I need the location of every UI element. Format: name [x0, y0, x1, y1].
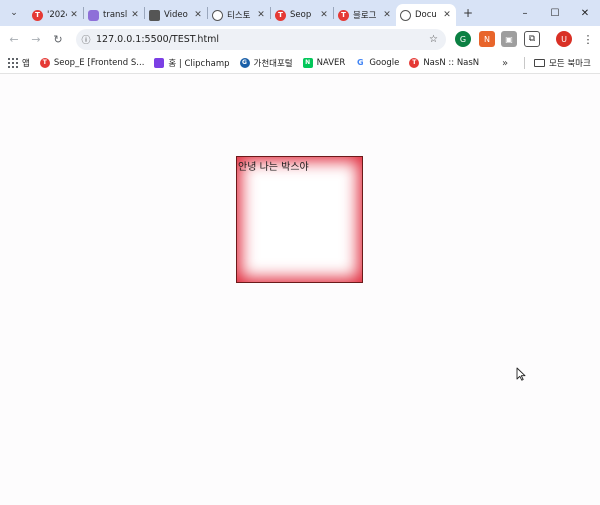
bookmark-item[interactable]: T NasN :: NasN	[409, 57, 480, 68]
grammarly-extension-icon[interactable]: G	[455, 31, 471, 47]
close-icon[interactable]: ✕	[193, 10, 203, 20]
profile-avatar[interactable]: U	[556, 31, 572, 47]
tab-5[interactable]: T Seop ✕	[271, 4, 333, 26]
translate-icon	[88, 9, 99, 21]
bookmark-item[interactable]: 홈 | Clipchamp	[154, 57, 230, 69]
bookmark-label: 모든 북마크	[549, 59, 591, 69]
close-window-button[interactable]: ✕	[570, 0, 600, 26]
bookmarks-overflow-chevron-icon[interactable]: »	[502, 52, 508, 74]
minimize-button[interactable]: –	[510, 0, 540, 26]
apps-grid-icon	[8, 57, 18, 68]
tab-active[interactable]: Docu ✕	[396, 4, 456, 26]
bookmark-item[interactable]: T Seop_E [Frontend S...	[39, 57, 145, 68]
close-icon[interactable]: ✕	[69, 10, 79, 20]
forward-arrow-icon[interactable]: →	[25, 28, 47, 50]
close-icon[interactable]: ✕	[382, 10, 392, 20]
box-text: 안녕 나는 박스야	[238, 162, 309, 173]
globe-icon	[212, 9, 223, 21]
mouse-cursor-icon	[516, 367, 526, 381]
folder-icon	[534, 59, 545, 67]
bookmark-label: Google	[369, 57, 400, 68]
bookmark-item[interactable]: G 가천대포털	[239, 57, 293, 69]
google-icon: G	[355, 57, 366, 68]
tab-title: Docu	[415, 10, 437, 20]
tab-strip: ⌄ T '2024 ✕ transl ✕ Video ✕ 티스토 ✕ T Seo…	[0, 0, 600, 26]
address-bar[interactable]: ⓘ 127.0.0.1:5500/TEST.html ☆	[76, 29, 446, 50]
close-icon[interactable]: ✕	[319, 10, 329, 20]
bookmarks-bar: 앱 T Seop_E [Frontend S... 홈 | Clipchamp …	[0, 52, 600, 74]
bookmark-label: NasN :: NasN	[423, 57, 480, 68]
close-icon[interactable]: ✕	[256, 10, 266, 20]
tab-title: Video	[164, 10, 188, 20]
clipchamp-icon	[154, 57, 165, 68]
tab-title: Seop	[290, 10, 312, 20]
tab-3[interactable]: Video ✕	[145, 4, 207, 26]
tistory-icon: T	[409, 57, 420, 68]
bookmark-label: 앱	[22, 58, 30, 69]
tistory-icon: T	[32, 9, 43, 21]
menu-kebab-icon[interactable]: ⋮	[580, 31, 596, 47]
extensions-puzzle-icon[interactable]: ⧉	[524, 31, 540, 47]
maximize-button[interactable]: ☐	[540, 0, 570, 26]
close-icon[interactable]: ✕	[442, 10, 452, 20]
extension-icon[interactable]: N	[479, 31, 495, 47]
bookmark-apps[interactable]: 앱	[8, 57, 30, 69]
image-extension-icon[interactable]: ▣	[501, 31, 517, 47]
tab-1[interactable]: T '2024 ✕	[28, 4, 83, 26]
back-arrow-icon[interactable]: ←	[3, 28, 25, 50]
content-box: 안녕 나는 박스야	[236, 156, 363, 283]
bookmark-label: 홈 | Clipchamp	[168, 58, 230, 69]
bookmark-label: NAVER	[316, 57, 346, 68]
new-tab-button[interactable]: +	[459, 6, 477, 20]
gachon-icon: G	[239, 57, 250, 68]
bookmark-item[interactable]: G Google	[355, 57, 400, 68]
browser-toolbar: ← → ↻ ⓘ 127.0.0.1:5500/TEST.html ☆ G N ▣…	[0, 26, 600, 52]
tab-2[interactable]: transl ✕	[84, 4, 144, 26]
all-bookmarks-button[interactable]: 모든 북마크	[534, 52, 591, 74]
naver-icon: N	[302, 57, 313, 68]
divider	[524, 57, 525, 69]
tab-4[interactable]: 티스토 ✕	[208, 4, 270, 26]
tistory-icon: T	[39, 57, 50, 68]
tab-6[interactable]: T 블로그 ✕	[334, 4, 396, 26]
globe-icon	[400, 9, 411, 21]
bookmark-star-icon[interactable]: ☆	[429, 34, 438, 45]
reload-icon[interactable]: ↻	[47, 28, 69, 50]
tab-search-chevron-icon[interactable]: ⌄	[4, 3, 24, 23]
bookmark-label: 가천대포털	[253, 58, 293, 69]
tab-title: '2024	[47, 10, 67, 20]
tab-title: transl	[103, 10, 128, 20]
site-info-icon[interactable]: ⓘ	[76, 33, 96, 46]
close-icon[interactable]: ✕	[130, 10, 140, 20]
address-url[interactable]: 127.0.0.1:5500/TEST.html	[96, 34, 219, 45]
tab-title: 블로그	[353, 11, 377, 21]
bookmark-item[interactable]: N NAVER	[302, 57, 346, 68]
tistory-icon: T	[275, 9, 286, 21]
video-icon	[149, 9, 160, 21]
tab-title: 티스토	[227, 11, 251, 21]
tistory-icon: T	[338, 9, 349, 21]
page-viewport: 안녕 나는 박스야	[0, 75, 600, 505]
bookmark-label: Seop_E [Frontend S...	[53, 57, 145, 68]
